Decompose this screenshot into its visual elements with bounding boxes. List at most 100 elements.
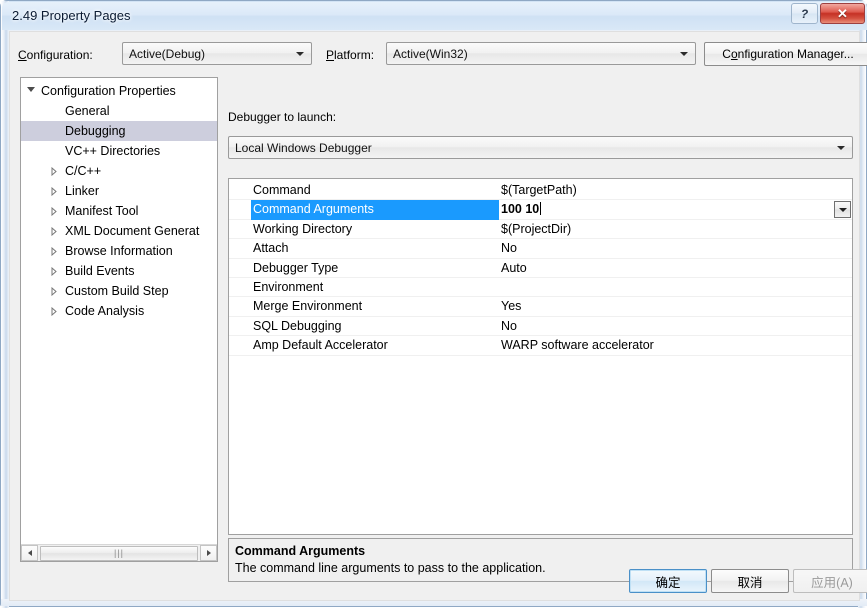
property-name: Environment: [253, 279, 324, 294]
debugger-to-launch-label: Debugger to launch:: [228, 110, 337, 124]
triangle-right-icon[interactable]: [51, 267, 57, 276]
property-name: Merge Environment: [253, 299, 363, 314]
close-button[interactable]: ✕: [820, 3, 865, 24]
property-row[interactable]: Command $(TargetPath): [229, 181, 852, 201]
chevron-down-icon[interactable]: [833, 137, 848, 158]
tree-item-list: Configuration Properties General Debugging…: [21, 81, 217, 321]
configuration-properties-tree[interactable]: Configuration Properties General Debugging…: [20, 77, 218, 562]
tree-item-general[interactable]: General: [21, 101, 217, 121]
triangle-right-icon[interactable]: [51, 167, 57, 176]
configuration-manager-label: Configuration Manager...: [722, 47, 854, 61]
tree-item-label: Code Analysis: [65, 304, 145, 318]
tree-item-label: Linker: [65, 184, 100, 198]
configuration-bar: Configuration: Active(Debug) Platform: A…: [18, 42, 867, 68]
debugger-to-launch-combo[interactable]: Local Windows Debugger: [228, 136, 853, 159]
tree-item-xml-document-generat[interactable]: XML Document Generat: [21, 221, 217, 241]
title-bar[interactable]: 2.49 Property Pages ? ✕: [2, 2, 867, 30]
triangle-right-icon[interactable]: [51, 187, 57, 196]
tree-horizontal-scrollbar[interactable]: |||: [21, 544, 217, 561]
triangle-right-icon[interactable]: [51, 307, 57, 316]
property-grid[interactable]: Command $(TargetPath) Command Arguments 100…: [228, 178, 853, 535]
close-x-icon: ✕: [837, 6, 848, 21]
property-value: WARP software accelerator: [501, 338, 654, 353]
property-value: $(ProjectDir): [501, 221, 572, 236]
tree-item-configuration-properties[interactable]: Configuration Properties: [21, 81, 217, 101]
tree-item-label: Manifest Tool: [65, 204, 139, 218]
configuration-combo[interactable]: Active(Debug): [122, 42, 312, 65]
tree-item-custom-build-step[interactable]: Custom Build Step: [21, 281, 217, 301]
tree-item-label: XML Document Generat: [65, 224, 200, 238]
triangle-right-icon[interactable]: [51, 227, 57, 236]
chevron-down-icon[interactable]: [676, 43, 691, 64]
question-mark-icon: ?: [800, 6, 809, 21]
chevron-down-icon: [838, 207, 847, 212]
property-row[interactable]: Working Directory $(ProjectDir): [229, 220, 852, 240]
apply-button[interactable]: 应用(A): [793, 569, 867, 593]
triangle-right-icon[interactable]: [51, 207, 57, 216]
property-row[interactable]: SQL Debugging No: [229, 317, 852, 337]
property-name: Debugger Type: [253, 260, 339, 275]
window-title: 2.49 Property Pages: [12, 8, 131, 23]
property-name: Attach: [253, 241, 289, 256]
platform-combo[interactable]: Active(Win32): [386, 42, 696, 65]
platform-label: Platform:: [326, 48, 375, 62]
triangle-down-icon[interactable]: [27, 87, 35, 92]
window-left-edge: [1, 1, 9, 608]
scrollbar-thumb[interactable]: |||: [40, 545, 198, 561]
property-value: Auto: [501, 260, 527, 275]
tree-item-c-c[interactable]: C/C++: [21, 161, 217, 181]
triangle-right-icon[interactable]: [51, 247, 57, 256]
cancel-button[interactable]: 取消: [711, 569, 789, 593]
debugger-to-launch-value: Local Windows Debugger: [235, 140, 372, 155]
help-button[interactable]: ?: [791, 3, 818, 24]
tree-item-label: C/C++: [65, 164, 102, 178]
dialog-buttons: 确定 取消 应用(A): [10, 564, 867, 598]
tree-item-linker[interactable]: Linker: [21, 181, 217, 201]
configuration-combo-value: Active(Debug): [129, 46, 206, 61]
property-value: No: [501, 241, 517, 256]
configuration-label: Configuration:: [18, 48, 93, 62]
ok-button[interactable]: 确定: [629, 569, 707, 593]
triangle-right-icon[interactable]: [51, 287, 57, 296]
configuration-manager-button[interactable]: Configuration Manager...: [704, 42, 867, 66]
tree-item-label: Configuration Properties: [41, 84, 176, 98]
property-row[interactable]: Environment: [229, 278, 852, 298]
platform-combo-value: Active(Win32): [393, 46, 468, 61]
scroll-right-button[interactable]: [200, 545, 217, 561]
tree-item-label: Custom Build Step: [65, 284, 169, 298]
tree-item-debugging[interactable]: Debugging: [21, 121, 217, 141]
property-name: Command: [253, 183, 311, 197]
scroll-left-button[interactable]: [21, 545, 38, 561]
tree-item-browse-information[interactable]: Browse Information: [21, 241, 217, 261]
property-name: Command Arguments: [251, 200, 499, 220]
chevron-left-icon: [27, 550, 32, 556]
tree-item-label: Build Events: [65, 264, 135, 278]
property-name: Amp Default Accelerator: [253, 338, 388, 353]
property-value-editor[interactable]: 100 10: [501, 200, 542, 219]
property-row[interactable]: Amp Default Accelerator WARP software acc…: [229, 336, 852, 356]
property-value: $(TargetPath): [501, 183, 577, 197]
tree-item-label: Browse Information: [65, 244, 173, 258]
tree-item-manifest-tool[interactable]: Manifest Tool: [21, 201, 217, 221]
property-row[interactable]: Attach No: [229, 239, 852, 259]
tree-item-label: VC++ Directories: [65, 144, 161, 158]
chevron-right-icon: [206, 550, 211, 556]
tree-item-label: Debugging: [65, 124, 126, 138]
property-name: Working Directory: [253, 221, 353, 236]
property-row[interactable]: Merge Environment Yes: [229, 297, 852, 317]
value-editor-dropdown-button[interactable]: [834, 201, 851, 218]
property-rows: Command $(TargetPath) Command Arguments 100…: [229, 181, 852, 356]
tree-item-code-analysis[interactable]: Code Analysis: [21, 301, 217, 321]
property-name: SQL Debugging: [253, 318, 342, 333]
property-value: No: [501, 318, 517, 333]
tree-item-vc-directories[interactable]: VC++ Directories: [21, 141, 217, 161]
property-row[interactable]: Debugger Type Auto: [229, 259, 852, 278]
property-row[interactable]: Command Arguments 100 10: [229, 200, 852, 220]
tree-item-label: General: [65, 104, 110, 118]
description-title: Command Arguments: [235, 544, 366, 558]
chevron-down-icon[interactable]: [292, 43, 307, 64]
property-value: Yes: [501, 299, 522, 314]
grip-dots-icon: |||: [113, 547, 124, 558]
text-caret: [540, 202, 542, 216]
tree-item-build-events[interactable]: Build Events: [21, 261, 217, 281]
